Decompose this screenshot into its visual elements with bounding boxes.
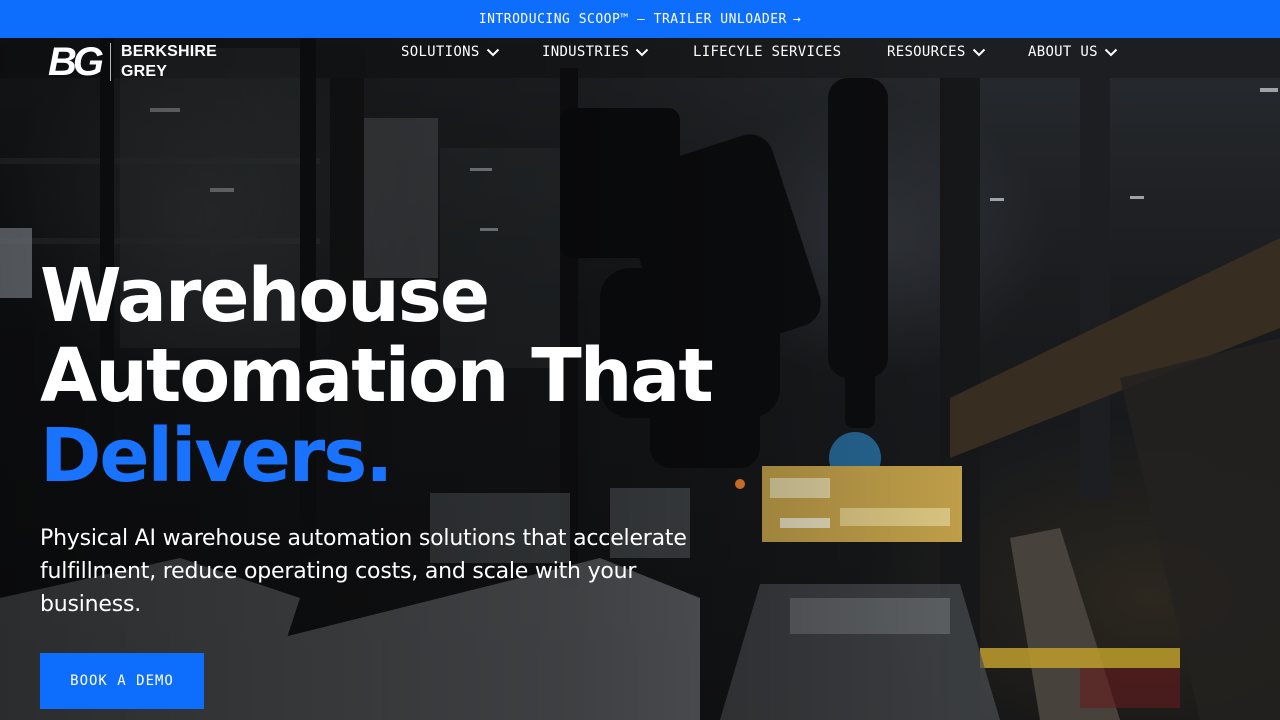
hero-subtitle: Physical AI warehouse automation solutio… — [40, 526, 687, 617]
logo-wordmark: BERKSHIRE GREY — [121, 42, 217, 82]
chevron-down-icon — [636, 48, 649, 56]
chevron-down-icon — [972, 48, 985, 56]
nav-label: RESOURCES — [887, 44, 966, 60]
logo-line-1: BERKSHIRE — [121, 43, 218, 60]
logo-mark: BG — [48, 40, 104, 84]
nav-item-resources[interactable]: RESOURCES — [887, 44, 986, 60]
logo-line-2: GREY — [121, 63, 168, 80]
nav-item-about-us[interactable]: ABOUT US — [1028, 44, 1118, 60]
headline-accent: Delivers. — [40, 413, 393, 499]
chevron-down-icon — [486, 48, 499, 56]
headline-line-2: Automation That — [40, 333, 714, 419]
nav-label: INDUSTRIES — [542, 44, 630, 60]
hero-headline: Warehouse Automation That Delivers. — [40, 256, 760, 496]
nav-label: SOLUTIONS — [401, 44, 480, 60]
nav-label: LIFECYLE SERVICES — [693, 44, 842, 60]
nav-item-industries[interactable]: INDUSTRIES — [542, 44, 649, 60]
headline-line-1: Warehouse — [40, 253, 490, 339]
arrow-right-icon: → — [792, 11, 802, 27]
nav-item-lifecycle-services[interactable]: LIFECYLE SERVICES — [693, 44, 841, 60]
announcement-text: INTRODUCING SCOOP™ — TRAILER UNLOADER — [478, 11, 787, 27]
announcement-bar[interactable]: INTRODUCING SCOOP™ — TRAILER UNLOADER → — [0, 0, 1280, 38]
chevron-down-icon — [1104, 48, 1118, 56]
logo-divider — [110, 43, 111, 81]
nav-item-solutions[interactable]: SOLUTIONS — [401, 44, 500, 60]
nav-label: ABOUT US — [1028, 44, 1098, 60]
book-demo-button[interactable]: BOOK A DEMO — [40, 653, 204, 709]
brand-logo[interactable]: BG BERKSHIRE GREY — [48, 42, 217, 82]
